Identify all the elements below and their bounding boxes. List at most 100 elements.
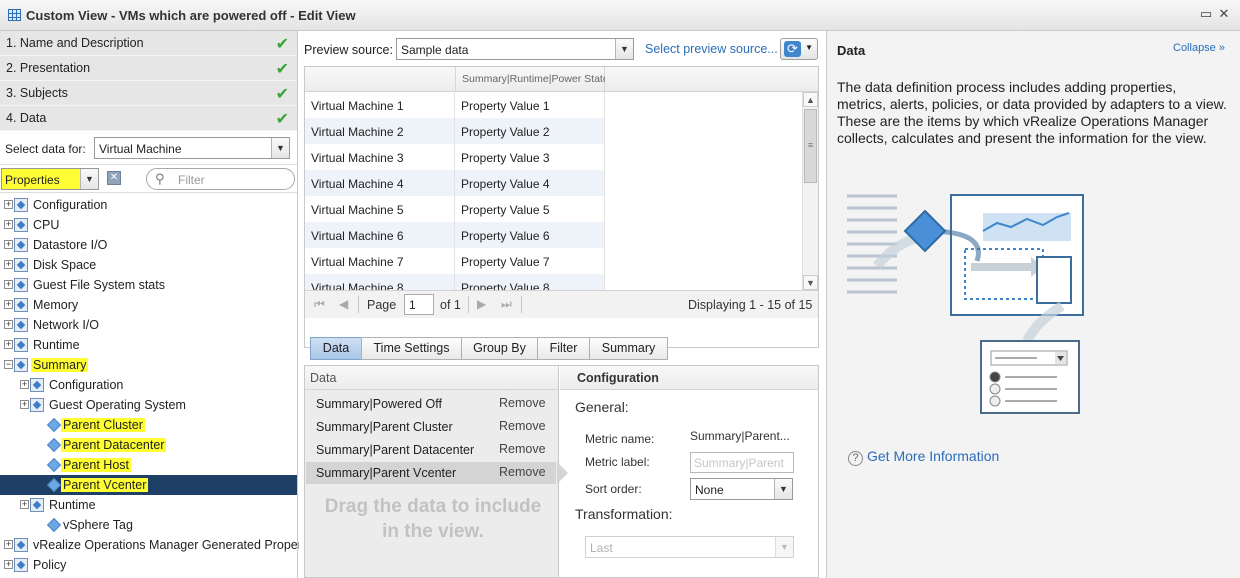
refresh-button[interactable]: ⟳ ▼ [780, 38, 818, 60]
remove-link[interactable]: Remove [499, 465, 546, 479]
tab-filter[interactable]: Filter [537, 337, 590, 360]
tree-item[interactable]: + Memory [0, 295, 297, 315]
tree-item[interactable]: vSphere Tag [0, 515, 297, 535]
collapse-icon[interactable]: − [4, 360, 13, 369]
tab-data[interactable]: Data [310, 337, 362, 360]
tree-item[interactable]: − Summary [0, 355, 297, 375]
scroll-down-icon[interactable]: ▼ [803, 275, 818, 290]
remove-link[interactable]: Remove [499, 396, 546, 410]
tree-item-label: Parent Vcenter [61, 478, 149, 492]
preview-source-dropdown[interactable]: Sample data ▼ [396, 38, 634, 60]
displaying-count: Displaying 1 - 15 of 15 [688, 298, 813, 312]
scroll-thumb[interactable]: ≡ [804, 109, 817, 183]
expand-icon[interactable]: + [4, 320, 13, 329]
tree-item[interactable]: Parent Datacenter [0, 435, 297, 455]
grid-scrollbar[interactable]: ▲ ≡ ▼ [802, 92, 818, 290]
step-data[interactable]: 4. Data ✔ [0, 106, 297, 131]
table-row[interactable]: Virtual Machine 2 Property Value 2 [305, 118, 802, 144]
expand-icon[interactable]: + [4, 540, 13, 549]
tree-item-label: vRealize Operations Manager Generated Pr… [33, 538, 306, 552]
select-preview-source-link[interactable]: Select preview source... [645, 42, 778, 56]
preview-source-value: Sample data [401, 43, 469, 57]
tree-item-label: Datastore I/O [33, 238, 108, 252]
expand-icon[interactable]: + [20, 500, 29, 509]
expand-icon[interactable]: + [4, 260, 13, 269]
remove-link[interactable]: Remove [499, 419, 546, 433]
expand-icon[interactable]: + [4, 280, 13, 289]
object-type-dropdown[interactable]: Virtual Machine ▼ [94, 137, 290, 159]
metric-group-icon [14, 338, 28, 352]
remove-link[interactable]: Remove [499, 442, 546, 456]
tree-item-label: Memory [33, 298, 79, 312]
expand-icon[interactable]: + [4, 200, 13, 209]
page-number-input[interactable]: 1 [404, 294, 434, 315]
table-row[interactable]: Virtual Machine 4 Property Value 4 [305, 170, 802, 196]
tree-item[interactable]: + Datastore I/O [0, 235, 297, 255]
close-icon[interactable]: ✕ [1216, 6, 1232, 22]
tree-item[interactable]: + Network I/O [0, 315, 297, 335]
chevron-down-icon[interactable]: ▼ [774, 479, 792, 499]
sort-order-dropdown[interactable]: None ▼ [690, 478, 793, 500]
tab-group-by[interactable]: Group By [461, 337, 538, 360]
expand-icon[interactable]: + [4, 300, 13, 309]
minimize-icon[interactable]: ▭ [1198, 6, 1214, 22]
scroll-up-icon[interactable]: ▲ [803, 92, 818, 107]
clear-filter-icon[interactable]: ✕ [107, 171, 121, 185]
tree-item[interactable]: + Configuration [0, 375, 297, 395]
chevron-down-icon[interactable]: ▼ [80, 169, 98, 189]
collapse-link[interactable]: Collapse » [1173, 42, 1225, 54]
get-more-information-link[interactable]: ? Get More Information [848, 448, 999, 466]
tree-item[interactable]: + Guest Operating System [0, 395, 297, 415]
tree-item[interactable]: Parent Host [0, 455, 297, 475]
metric-label-input[interactable]: Summary|Parent [690, 452, 794, 473]
step-subjects[interactable]: 3. Subjects ✔ [0, 81, 297, 106]
filter-input[interactable]: ⚲ Filter [146, 168, 295, 190]
vm-name-cell: Virtual Machine 2 [305, 118, 455, 144]
step-name-description[interactable]: 1. Name and Description ✔ [0, 31, 297, 56]
prev-page-icon[interactable]: ◀ [339, 297, 348, 311]
configuration-header: Configuration [560, 366, 818, 390]
tab-summary[interactable]: Summary [589, 337, 668, 360]
step-presentation[interactable]: 2. Presentation ✔ [0, 56, 297, 81]
metric-name-label: Metric name: [585, 432, 655, 446]
data-list-item[interactable]: Summary|Parent Datacenter Remove [306, 439, 556, 461]
expand-icon[interactable]: + [4, 340, 13, 349]
tab-time-settings[interactable]: Time Settings [361, 337, 462, 360]
table-row[interactable]: Virtual Machine 8 Property Value 8 [305, 274, 802, 290]
tree-item[interactable]: Parent Vcenter [0, 475, 297, 495]
tree-item[interactable]: + Configuration [0, 195, 297, 215]
last-page-icon[interactable]: ⏭ [501, 297, 512, 312]
column-header[interactable]: Summary|Runtime|Power State [455, 67, 605, 92]
property-value-cell: Property Value 5 [455, 196, 605, 222]
expand-icon[interactable]: + [4, 560, 13, 569]
data-list-item-selected[interactable]: Summary|Parent Vcenter Remove [306, 462, 568, 484]
table-row[interactable]: Virtual Machine 3 Property Value 3 [305, 144, 802, 170]
tree-item[interactable]: Parent Cluster [0, 415, 297, 435]
transformation-dropdown[interactable]: Last ▼ [585, 536, 794, 558]
tree-item[interactable]: + Runtime [0, 495, 297, 515]
metric-group-icon [30, 498, 44, 512]
chevron-down-icon[interactable]: ▼ [615, 39, 633, 59]
data-list-item[interactable]: Summary|Powered Off Remove [306, 393, 556, 415]
chevron-down-icon[interactable]: ▼ [271, 138, 289, 158]
data-list-item[interactable]: Summary|Parent Cluster Remove [306, 416, 556, 438]
data-type-dropdown[interactable]: Properties ▼ [1, 168, 99, 190]
expand-icon[interactable]: + [20, 400, 29, 409]
tree-item[interactable]: + CPU [0, 215, 297, 235]
expand-icon[interactable]: + [4, 240, 13, 249]
chevron-down-icon[interactable]: ▼ [775, 537, 793, 557]
next-page-icon[interactable]: ▶ [477, 297, 486, 311]
table-row[interactable]: Virtual Machine 6 Property Value 6 [305, 222, 802, 248]
first-page-icon[interactable]: ⏮ [314, 297, 325, 312]
tree-item[interactable]: + vRealize Operations Manager Generated P… [0, 535, 305, 555]
tree-item[interactable]: + Disk Space [0, 255, 297, 275]
chevron-down-icon[interactable]: ▼ [805, 43, 813, 52]
table-row[interactable]: Virtual Machine 5 Property Value 5 [305, 196, 802, 222]
expand-icon[interactable]: + [4, 220, 13, 229]
table-row[interactable]: Virtual Machine 7 Property Value 7 [305, 248, 802, 274]
tree-item[interactable]: + Guest File System stats [0, 275, 297, 295]
expand-icon[interactable]: + [20, 380, 29, 389]
tree-item[interactable]: + Runtime [0, 335, 297, 355]
tree-item[interactable]: + Policy [0, 555, 297, 575]
table-row[interactable]: Virtual Machine 1 Property Value 1 [305, 92, 802, 118]
